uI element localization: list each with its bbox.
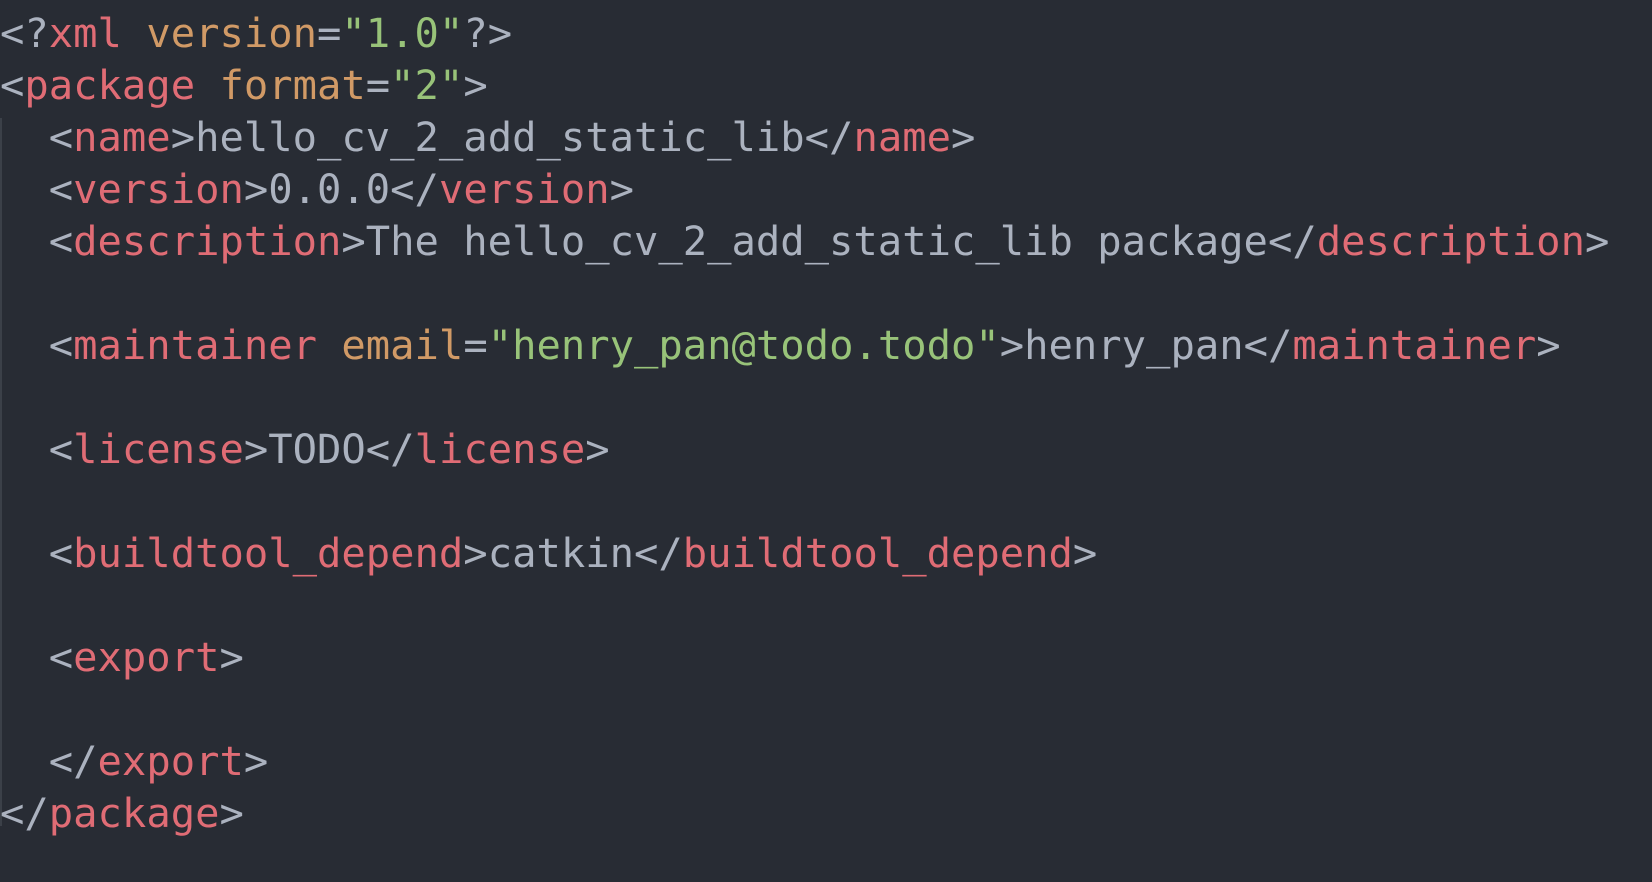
code-line[interactable]: <maintainer email="henry_pan@todo.todo">… <box>0 318 1561 373</box>
token-tag-name: export <box>97 737 244 785</box>
token-punctuation: ?> <box>463 9 513 57</box>
token-punctuation: < <box>0 165 74 213</box>
token-punctuation: < <box>0 321 74 369</box>
token-tag-name: buildtool_depend <box>73 529 464 577</box>
token-tag-name: name <box>853 113 951 161</box>
token-punctuation: </ <box>804 113 854 161</box>
token-tag-name: maintainer <box>73 321 317 369</box>
token-punctuation: </ <box>634 529 683 577</box>
code-line[interactable]: <description>The hello_cv_2_add_static_l… <box>0 214 1610 269</box>
token-tag-name: description <box>73 217 342 265</box>
token-punctuation: = <box>463 321 488 369</box>
token-punctuation <box>317 321 341 369</box>
code-line[interactable]: <version>0.0.0</version> <box>0 162 634 217</box>
token-punctuation: = <box>365 61 391 109</box>
token-tag-name: license <box>73 425 244 473</box>
token-punctuation: > <box>999 321 1025 369</box>
token-text-content: catkin <box>487 529 634 577</box>
token-tag-name: version <box>73 165 244 213</box>
token-punctuation: > <box>463 529 488 577</box>
token-punctuation: < <box>0 113 74 161</box>
token-punctuation: > <box>243 165 269 213</box>
token-punctuation: > <box>1072 529 1098 577</box>
code-editor[interactable]: <?xml version="1.0"?> <package format="2"… <box>0 0 1652 882</box>
code-line[interactable]: <buildtool_depend>catkin</buildtool_depe… <box>0 526 1098 581</box>
token-punctuation: </ <box>390 165 439 213</box>
code-line[interactable]: <?xml version="1.0"?> <box>0 6 512 61</box>
token-attribute-name: email <box>341 321 464 369</box>
code-line[interactable]: <export> <box>0 630 244 685</box>
token-punctuation: > <box>341 217 366 265</box>
token-text-content: 0.0.0 <box>268 165 391 213</box>
token-attribute-value: "1.0" <box>341 9 464 57</box>
token-punctuation: > <box>463 61 488 109</box>
token-punctuation: </ <box>1267 217 1317 265</box>
token-punctuation: > <box>951 113 976 161</box>
token-tag-name: license <box>414 425 586 473</box>
token-punctuation: = <box>317 9 342 57</box>
token-punctuation: </ <box>1243 321 1293 369</box>
token-punctuation: > <box>585 425 610 473</box>
token-punctuation: </ <box>0 789 49 837</box>
code-line[interactable]: </package> <box>0 786 244 841</box>
token-punctuation: < <box>0 217 74 265</box>
token-tag-name: package <box>24 61 196 109</box>
token-attribute-value: "henry_pan@todo.todo" <box>487 321 1000 369</box>
token-text-content: hello_cv_2_add_static_lib <box>195 113 805 161</box>
token-tag-name: xml <box>48 9 122 57</box>
token-punctuation: > <box>219 633 244 681</box>
code-line[interactable]: </export> <box>0 734 268 789</box>
token-punctuation: > <box>170 113 196 161</box>
token-tag-name: buildtool_depend <box>682 529 1073 577</box>
token-punctuation: > <box>1584 217 1610 265</box>
token-punctuation: <? <box>0 9 49 57</box>
token-tag-name: description <box>1316 217 1585 265</box>
token-attribute-name: version <box>146 9 318 57</box>
token-punctuation: > <box>243 425 269 473</box>
token-attribute-name: format <box>219 61 366 109</box>
token-attribute-value: "2" <box>390 61 464 109</box>
token-punctuation: < <box>0 61 25 109</box>
token-punctuation: > <box>609 165 635 213</box>
code-line[interactable]: <name>hello_cv_2_add_static_lib</name> <box>0 110 976 165</box>
token-punctuation: < <box>0 633 74 681</box>
token-punctuation: < <box>0 529 74 577</box>
token-text-content: henry_pan <box>1024 321 1244 369</box>
token-tag-name: version <box>438 165 610 213</box>
token-punctuation: </ <box>365 425 415 473</box>
token-tag-name: name <box>73 113 171 161</box>
token-punctuation: </ <box>0 737 98 785</box>
code-line[interactable]: <license>TODO</license> <box>0 422 610 477</box>
token-punctuation <box>122 9 146 57</box>
token-text-content: TODO <box>268 425 366 473</box>
token-punctuation <box>195 61 219 109</box>
token-punctuation: < <box>0 425 74 473</box>
token-tag-name: package <box>48 789 220 837</box>
token-tag-name: maintainer <box>1292 321 1537 369</box>
token-tag-name: export <box>73 633 220 681</box>
token-punctuation: > <box>219 789 244 837</box>
token-punctuation: > <box>243 737 269 785</box>
token-text-content: The hello_cv_2_add_static_lib package <box>365 217 1268 265</box>
code-line[interactable]: <package format="2"> <box>0 58 488 113</box>
token-punctuation: > <box>1536 321 1561 369</box>
